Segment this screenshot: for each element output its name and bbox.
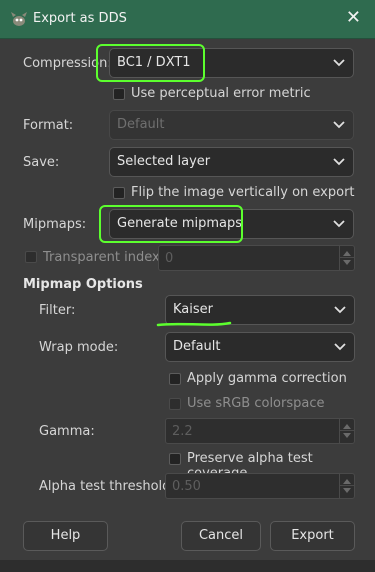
alpha-threshold-spinner[interactable]: 0.50 (165, 473, 355, 499)
gamma-value: 2.2 (172, 424, 193, 439)
wrap-mode-value: Default (173, 339, 221, 354)
chevron-down-icon (333, 59, 345, 67)
transparent-index-value: 0 (165, 251, 174, 266)
mipmap-options-heading: Mipmap Options (23, 277, 143, 292)
mipmaps-value: Generate mipmaps (117, 216, 243, 231)
export-button[interactable]: Export (270, 521, 355, 551)
chevron-down-icon (333, 220, 345, 228)
cancel-button[interactable]: Cancel (181, 521, 261, 551)
transparent-index-checkbox[interactable] (25, 251, 37, 263)
chevron-down-icon (334, 343, 346, 351)
transparent-index-spinner[interactable]: 0 (158, 245, 355, 271)
save-label: Save: (23, 155, 60, 170)
transparent-index-label: Transparent index: (43, 250, 165, 265)
help-button[interactable]: Help (23, 521, 108, 551)
compression-value: BC1 / DXT1 (117, 55, 191, 70)
bottom-strip (0, 560, 375, 572)
save-value: Selected layer (117, 154, 211, 169)
gamma-spinner[interactable]: 2.2 (165, 418, 355, 444)
alpha-threshold-label: Alpha test threshold: (39, 479, 175, 494)
gamma-correction-checkbox[interactable] (169, 373, 181, 385)
wrap-mode-label: Wrap mode: (39, 340, 119, 355)
gamma-correction-label: Apply gamma correction (187, 371, 347, 386)
perceptual-label: Use perceptual error metric (131, 86, 311, 101)
format-label: Format: (23, 118, 74, 133)
format-dropdown[interactable]: Default (109, 110, 354, 140)
compression-dropdown[interactable]: BC1 / DXT1 (109, 48, 354, 78)
chevron-down-icon (334, 306, 346, 314)
srgb-checkbox[interactable] (169, 398, 181, 410)
spinner-arrows[interactable] (339, 419, 354, 443)
mipmaps-label: Mipmaps: (23, 217, 87, 232)
chevron-down-icon (333, 158, 345, 166)
flip-checkbox[interactable] (113, 187, 125, 199)
format-value: Default (117, 117, 165, 132)
filter-value: Kaiser (173, 302, 213, 317)
alpha-coverage-checkbox[interactable] (169, 453, 181, 465)
gimp-icon (11, 12, 27, 26)
title-bar: Export as DDS ✕ (0, 0, 375, 39)
window-title: Export as DDS (33, 11, 127, 26)
perceptual-checkbox[interactable] (113, 88, 125, 100)
flip-label: Flip the image vertically on export (131, 185, 355, 200)
compression-label: Compression: (23, 56, 112, 71)
mipmaps-dropdown[interactable]: Generate mipmaps (109, 209, 354, 239)
close-icon[interactable]: ✕ (346, 8, 361, 28)
save-dropdown[interactable]: Selected layer (109, 147, 354, 177)
filter-label: Filter: (39, 303, 76, 318)
chevron-down-icon (333, 121, 345, 129)
filter-dropdown[interactable]: Kaiser (165, 295, 355, 325)
spinner-arrows[interactable] (339, 246, 354, 270)
gamma-label: Gamma: (39, 424, 95, 439)
srgb-label: Use sRGB colorspace (187, 396, 325, 411)
spinner-arrows[interactable] (339, 474, 354, 498)
wrap-mode-dropdown[interactable]: Default (165, 332, 355, 362)
alpha-threshold-value: 0.50 (172, 479, 201, 494)
